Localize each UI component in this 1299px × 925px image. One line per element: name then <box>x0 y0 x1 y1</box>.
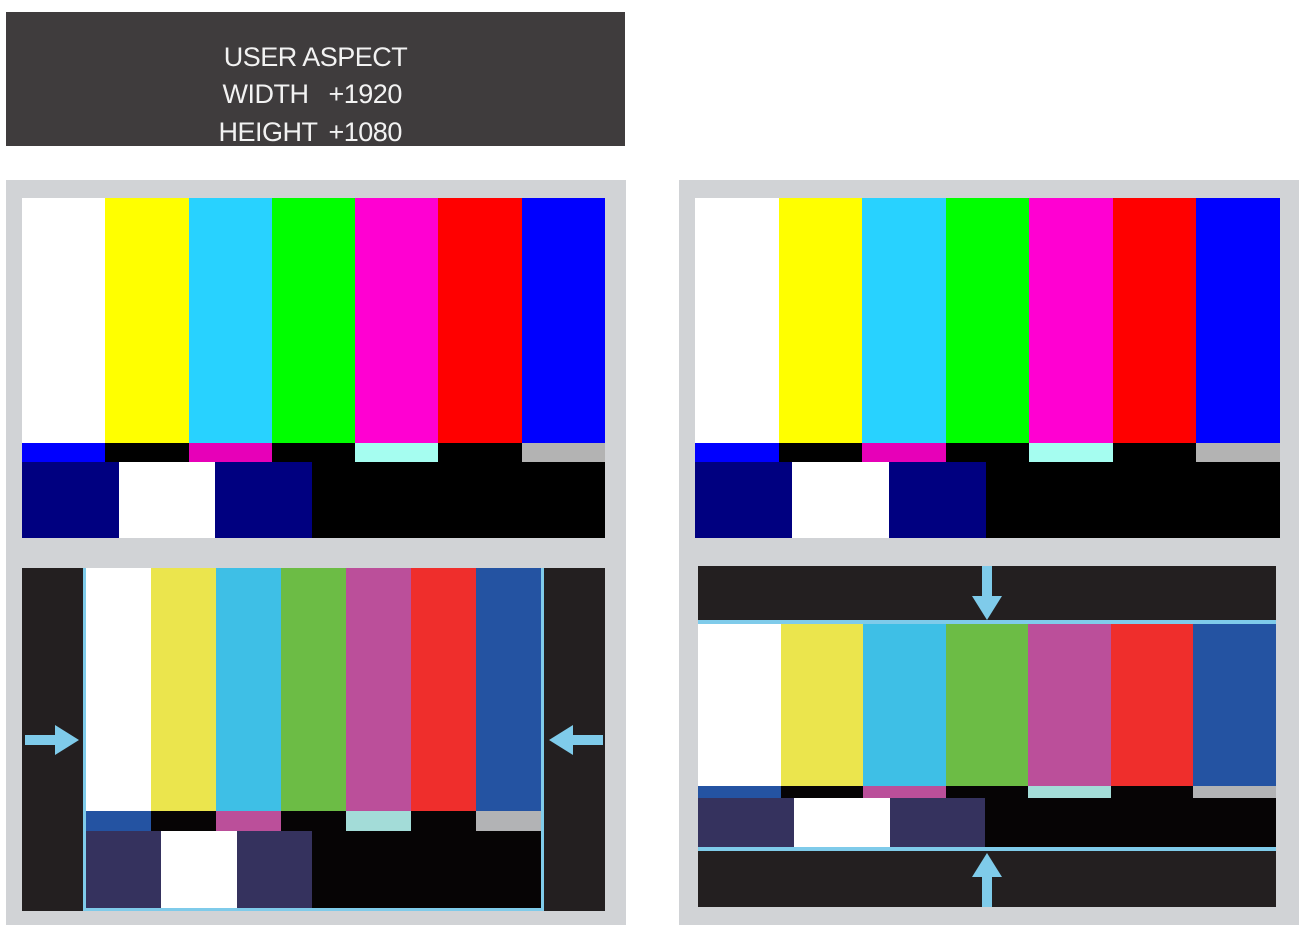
color-bar <box>105 198 189 443</box>
arrow-down-icon <box>972 566 1002 620</box>
color-bar <box>1112 198 1197 443</box>
height-value: +1080 <box>328 117 403 147</box>
castellation-bar <box>22 443 106 462</box>
color-bar <box>695 198 779 443</box>
castellation-bar <box>1196 443 1281 462</box>
color-bar <box>945 624 1029 786</box>
color-bar <box>346 568 411 811</box>
height-scaled-test-pattern <box>698 624 1277 847</box>
pluge-block <box>236 831 313 911</box>
pluge-block <box>793 798 890 847</box>
castellation-bar <box>1028 786 1111 798</box>
color-bar <box>862 198 946 443</box>
pluge-block <box>215 462 312 538</box>
castellation-bar <box>1112 443 1197 462</box>
width-scaled-test-pattern <box>86 568 542 911</box>
castellation-bar <box>411 811 476 831</box>
top-guide-line <box>698 620 1276 624</box>
castellation-bar <box>778 443 863 462</box>
color-bar <box>780 624 864 786</box>
bottom-guide-line <box>698 847 1276 851</box>
color-bar <box>1029 198 1113 443</box>
pluge-block <box>312 831 542 911</box>
castellation-bar <box>780 786 864 798</box>
castellation-bar <box>355 443 439 462</box>
castellation-bar <box>438 443 522 462</box>
castellation-bar <box>271 443 356 462</box>
castellation-bar <box>863 786 946 798</box>
pluge-block <box>86 831 162 911</box>
osd-height-row: HEIGHT +1080 <box>6 117 625 147</box>
color-bar <box>1028 624 1111 786</box>
color-bar <box>1110 624 1194 786</box>
right-guide-line <box>541 568 544 911</box>
castellation-bar <box>945 786 1029 798</box>
color-bar <box>1193 624 1277 786</box>
color-bar <box>945 198 1030 443</box>
castellation-bar <box>1193 786 1277 798</box>
width-label: WIDTH <box>222 79 309 109</box>
pluge-block <box>22 462 119 538</box>
color-bar <box>411 568 476 811</box>
castellation-bar <box>698 786 781 798</box>
castellation-bar <box>521 443 605 462</box>
color-bar <box>151 568 216 811</box>
castellation-bar <box>862 443 946 462</box>
pluge-block <box>161 831 237 911</box>
color-bar <box>188 198 272 443</box>
width-value: +1920 <box>328 79 403 109</box>
original-test-pattern <box>695 198 1281 538</box>
castellation-bar <box>105 443 189 462</box>
castellation-bar <box>1110 786 1194 798</box>
castellation-bar <box>281 811 346 831</box>
castellation-bar <box>1029 443 1113 462</box>
pluge-block <box>311 462 605 538</box>
color-bar <box>281 568 346 811</box>
width-adjust-panel <box>6 180 626 925</box>
pluge-block <box>698 798 794 847</box>
color-bar <box>778 198 863 443</box>
height-label: HEIGHT <box>218 117 319 147</box>
osd-width-row: WIDTH +1920 <box>6 79 625 109</box>
pluge-block <box>985 798 1276 847</box>
castellation-bar <box>346 811 411 831</box>
castellation-bar <box>86 811 151 831</box>
arrow-left-icon <box>549 725 603 755</box>
castellation-bar <box>151 811 216 831</box>
osd-title: USER ASPECT <box>223 42 408 72</box>
user-aspect-osd: USER ASPECT WIDTH +1920 HEIGHT +1080 <box>6 12 625 147</box>
pluge-block <box>888 462 986 538</box>
color-bar <box>22 198 106 443</box>
castellation-bar <box>216 811 281 831</box>
height-adjust-panel <box>679 180 1299 925</box>
color-bar <box>863 624 946 786</box>
color-bar <box>1196 198 1281 443</box>
width-adjusted-screen <box>22 568 605 911</box>
color-bar <box>216 568 281 811</box>
color-bar <box>86 568 151 811</box>
castellation-bar <box>945 443 1030 462</box>
color-bar <box>271 198 356 443</box>
castellation-bar <box>188 443 272 462</box>
original-test-pattern <box>22 198 605 538</box>
color-bar <box>438 198 522 443</box>
castellation-bar <box>476 811 541 831</box>
pluge-block <box>695 462 792 538</box>
castellation-bar <box>695 443 779 462</box>
pluge-block <box>889 798 986 847</box>
left-guide-line <box>83 568 86 911</box>
pluge-block <box>791 462 889 538</box>
color-bar <box>355 198 439 443</box>
color-bar <box>698 624 781 786</box>
arrow-up-icon <box>972 853 1002 907</box>
height-adjusted-screen <box>698 566 1277 907</box>
bottom-guide-line <box>83 908 544 911</box>
color-bar <box>476 568 541 811</box>
pluge-block <box>118 462 216 538</box>
color-bar <box>521 198 605 443</box>
arrow-right-icon <box>25 725 79 755</box>
pluge-block <box>985 462 1280 538</box>
